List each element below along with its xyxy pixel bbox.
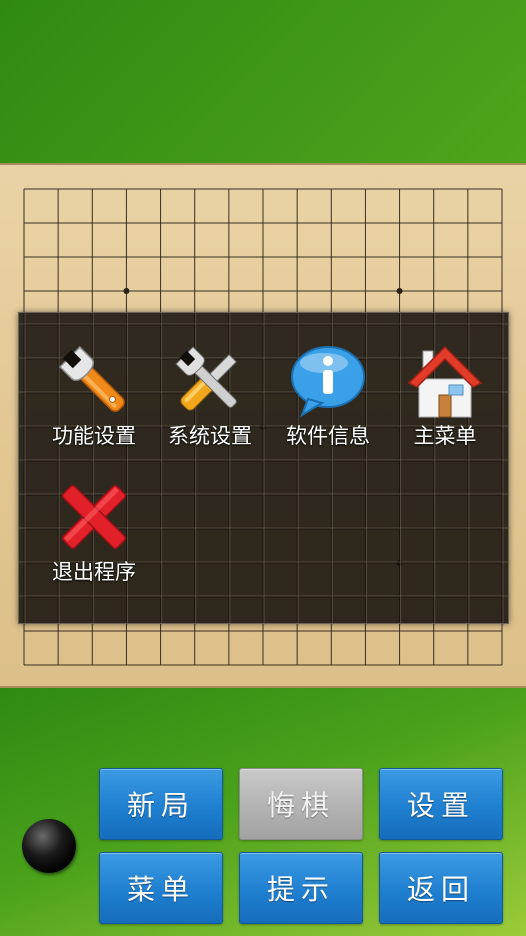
popup-menu: 功能设置 系统设置 软件信息 主菜单 退出程序 (18, 312, 510, 625)
menu-item-exit[interactable]: 退出程序 (35, 477, 153, 585)
tools-icon (175, 346, 237, 411)
hint-button[interactable]: 提示 (239, 852, 363, 924)
wrench-icon (58, 345, 125, 412)
menu-button[interactable]: 菜单 (99, 852, 223, 924)
menu-label: 软件信息 (286, 424, 370, 448)
back-button[interactable]: 返回 (379, 852, 503, 924)
menu-item-function-settings[interactable]: 功能设置 (35, 341, 153, 449)
menu-item-system-settings[interactable]: 系统设置 (151, 341, 269, 449)
menu-label: 主菜单 (413, 424, 477, 448)
info-icon (291, 346, 365, 418)
undo-button[interactable]: 悔棋 (239, 768, 363, 840)
menu-label: 退出程序 (52, 560, 136, 584)
star-point (123, 288, 130, 294)
menu-label: 功能设置 (52, 424, 136, 448)
settings-button[interactable]: 设置 (379, 768, 503, 840)
home-icon (407, 345, 483, 418)
new-game-button[interactable]: 新局 (99, 768, 223, 840)
star-point (396, 288, 403, 294)
menu-item-main-menu[interactable]: 主菜单 (386, 341, 504, 449)
menu-item-software-info[interactable]: 软件信息 (269, 341, 387, 449)
menu-label: 系统设置 (168, 424, 252, 448)
close-x-icon (61, 484, 127, 550)
current-player-stone (22, 819, 76, 873)
